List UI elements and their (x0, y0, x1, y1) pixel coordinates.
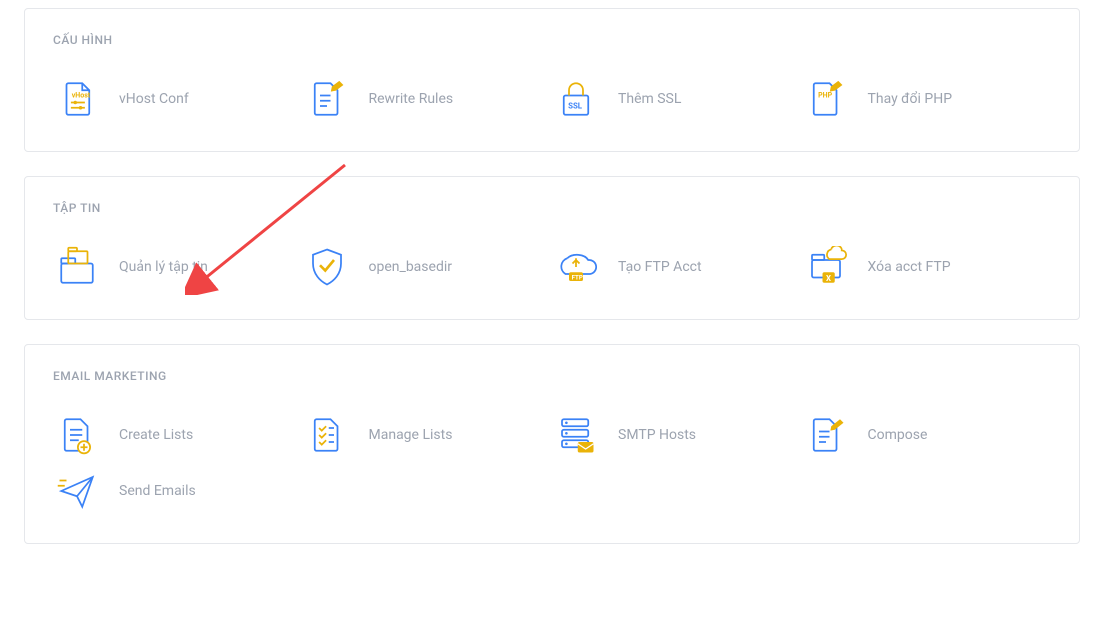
ftp-create-icon: FTP (552, 243, 600, 291)
item-label: Compose (868, 427, 928, 443)
items-grid: Create Lists Manage Lists (53, 411, 1051, 523)
smtp-hosts-icon (552, 411, 600, 459)
item-quan-ly-tap-tin[interactable]: Quản lý tập tin (53, 243, 303, 291)
item-xoa-acct-ftp[interactable]: X Xóa acct FTP (802, 243, 1052, 291)
item-rewrite-rules[interactable]: Rewrite Rules (303, 75, 553, 123)
ftp-delete-icon: X (802, 243, 850, 291)
item-label: Quản lý tập tin (119, 259, 208, 275)
item-label: Thêm SSL (618, 91, 681, 107)
vhost-conf-icon: vHost (53, 75, 101, 123)
item-label: Manage Lists (369, 427, 453, 443)
panel-cau-hinh: CẤU HÌNH vHost vHost Conf (24, 8, 1080, 152)
compose-icon (802, 411, 850, 459)
items-grid: vHost vHost Conf Rewrite Rules (53, 75, 1051, 131)
panel-title: EMAIL MARKETING (53, 369, 1051, 383)
item-smtp-hosts[interactable]: SMTP Hosts (552, 411, 802, 459)
item-label: Tạo FTP Acct (618, 259, 702, 275)
open-basedir-icon (303, 243, 351, 291)
item-label: open_basedir (369, 259, 453, 275)
svg-text:X: X (826, 274, 831, 283)
item-label: Rewrite Rules (369, 91, 454, 107)
item-label: Xóa acct FTP (868, 259, 951, 275)
item-tao-ftp-acct[interactable]: FTP Tạo FTP Acct (552, 243, 802, 291)
manage-lists-icon (303, 411, 351, 459)
php-icon: PHP (802, 75, 850, 123)
rewrite-rules-icon (303, 75, 351, 123)
panel-email-marketing: EMAIL MARKETING Create Lists (24, 344, 1080, 544)
send-emails-icon (53, 467, 101, 515)
item-manage-lists[interactable]: Manage Lists (303, 411, 553, 459)
svg-text:SSL: SSL (568, 102, 583, 111)
ssl-icon: SSL (552, 75, 600, 123)
item-label: SMTP Hosts (618, 427, 696, 443)
svg-text:FTP: FTP (572, 274, 583, 281)
item-vhost-conf[interactable]: vHost vHost Conf (53, 75, 303, 123)
item-label: Thay đổi PHP (868, 91, 953, 107)
item-thay-doi-php[interactable]: PHP Thay đổi PHP (802, 75, 1052, 123)
item-label: Create Lists (119, 427, 193, 443)
item-send-emails[interactable]: Send Emails (53, 467, 303, 515)
items-grid: Quản lý tập tin open_basedir FTP Tạo (53, 243, 1051, 299)
svg-text:PHP: PHP (818, 91, 832, 99)
item-compose[interactable]: Compose (802, 411, 1052, 459)
item-label: Send Emails (119, 483, 196, 499)
panel-tap-tin: TẬP TIN Quản lý tập tin open_basedir (24, 176, 1080, 320)
panel-title: TẬP TIN (53, 201, 1051, 215)
item-create-lists[interactable]: Create Lists (53, 411, 303, 459)
panel-title: CẤU HÌNH (53, 33, 1051, 47)
file-manager-icon (53, 243, 101, 291)
item-open-basedir[interactable]: open_basedir (303, 243, 553, 291)
create-lists-icon (53, 411, 101, 459)
item-label: vHost Conf (119, 91, 189, 107)
svg-text:vHost: vHost (72, 91, 91, 99)
item-them-ssl[interactable]: SSL Thêm SSL (552, 75, 802, 123)
